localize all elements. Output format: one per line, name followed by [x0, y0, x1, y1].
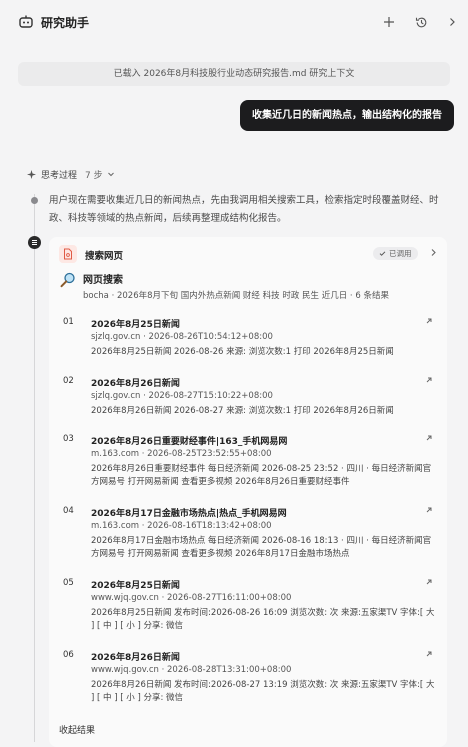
- external-link-icon[interactable]: [425, 506, 433, 514]
- tool-card-title: 搜索网页: [85, 251, 124, 262]
- external-link-icon[interactable]: [425, 317, 433, 325]
- external-link-icon[interactable]: [425, 376, 433, 384]
- result-snippet: 2026年8月26日新闻 发布时间:2026-08-27 13:19 浏览次数:…: [91, 680, 435, 703]
- result-source: sjzlq.gov.cn · 2026-08-26T10:54:12+08:00: [91, 332, 273, 342]
- result-title: 2026年8月25日新闻: [91, 320, 180, 330]
- search-title: 网页搜索: [83, 275, 123, 286]
- collapse-results-button[interactable]: 收起结果: [59, 723, 95, 736]
- assistant-robot-icon: [19, 15, 33, 28]
- collapse-panel-button[interactable]: [442, 12, 462, 32]
- new-chat-button[interactable]: [379, 12, 399, 32]
- result-source: m.163.com · 2026-08-16T18:13:42+08:00: [91, 521, 272, 531]
- tool-call-card: 搜索网页 已调用 网页搜索 bocha · 2026年8月下旬 国内外热点新闻 …: [49, 237, 447, 747]
- result-title: 2026年8月26日重要财经事件|163_手机网易网: [91, 437, 288, 447]
- result-source: m.163.com · 2026-08-25T23:52:55+08:00: [91, 449, 272, 459]
- chevron-right-icon: [450, 18, 455, 26]
- chevron-down-icon: [107, 172, 114, 177]
- search-result-item[interactable]: 02 2026年8月26日新闻 sjzlq.gov.cn · 2026-08-2…: [49, 376, 447, 438]
- result-snippet: 2026年8月17日金融市场热点 每日经济新闻 2026-08-16 18:13…: [91, 536, 432, 559]
- external-link-icon[interactable]: [425, 434, 433, 442]
- thinking-text: 用户现在需要收集近几日的新闻热点，先由我调用相关搜索工具，检索指定时段覆盖财经、…: [49, 195, 439, 224]
- search-result-item[interactable]: 06 2026年8月26日新闻 www.wjq.gov.cn · 2026-08…: [49, 650, 447, 712]
- chevron-right-icon: [431, 249, 436, 256]
- check-icon: [379, 251, 386, 256]
- context-banner: 已载入 2026年8月科技股行业动态研究报告.md 研究上下文: [18, 62, 450, 86]
- result-title: 2026年8月17日金融市场热点|热点_手机网易网: [91, 509, 287, 519]
- result-snippet: 2026年8月26日新闻 2026-08-27 来源: 浏览次数:1 打印 20…: [91, 406, 394, 416]
- result-number: 03: [63, 434, 74, 444]
- result-snippet: 2026年8月26日重要财经事件 每日经济新闻 2026-08-25 23:52…: [91, 464, 432, 487]
- thinking-step-count: 7 步: [85, 170, 103, 181]
- tool-card-header[interactable]: 搜索网页 已调用: [49, 237, 447, 271]
- result-number: 04: [63, 506, 74, 516]
- result-title: 2026年8月26日新闻: [91, 653, 180, 663]
- result-source: sjzlq.gov.cn · 2026-08-27T15:10:22+08:00: [91, 391, 273, 401]
- search-result-item[interactable]: 05 2026年8月25日新闻 www.wjq.gov.cn · 2026-08…: [49, 578, 447, 640]
- external-link-icon[interactable]: [425, 578, 433, 586]
- result-snippet: 2026年8月25日新闻 2026-08-26 来源: 浏览次数:1 打印 20…: [91, 347, 394, 357]
- thinking-toggle[interactable]: 思考过程 7 步: [26, 166, 115, 182]
- search-result-item[interactable]: 01 2026年8月25日新闻 sjzlq.gov.cn · 2026-08-2…: [49, 317, 447, 379]
- panel-header: 研究助手: [0, 0, 468, 44]
- list-icon: [32, 240, 37, 245]
- result-number: 06: [63, 650, 74, 660]
- search-result-item[interactable]: 04 2026年8月17日金融市场热点|热点_手机网易网 m.163.com ·…: [49, 506, 447, 568]
- result-title: 2026年8月25日新闻: [91, 581, 180, 591]
- result-snippet: 2026年8月25日新闻 发布时间:2026-08-26 16:09 浏览次数:…: [91, 608, 435, 631]
- status-badge: 已调用: [373, 247, 418, 260]
- result-source: www.wjq.gov.cn · 2026-08-27T16:11:00+08:…: [91, 593, 292, 603]
- search-query-meta: bocha · 2026年8月下旬 国内外热点新闻 财经 科技 时政 民生 近几…: [83, 291, 389, 301]
- history-icon: [415, 17, 426, 27]
- result-number: 02: [63, 376, 74, 386]
- result-title: 2026年8月26日新闻: [91, 379, 180, 389]
- search-result-item[interactable]: 03 2026年8月26日重要财经事件|163_手机网易网 m.163.com …: [49, 434, 447, 496]
- sparkle-icon: [27, 169, 36, 179]
- result-source: www.wjq.gov.cn · 2026-08-28T13:31:00+08:…: [91, 665, 292, 675]
- result-number: 01: [63, 317, 74, 327]
- timeline-line: [34, 194, 35, 742]
- user-message-bubble: 收集近几日的新闻热点，输出结构化的报告: [240, 100, 454, 131]
- thinking-label: 思考过程: [41, 170, 78, 181]
- status-label: 已调用: [389, 249, 412, 258]
- magnifier-icon: [60, 272, 75, 288]
- external-link-icon[interactable]: [425, 650, 433, 658]
- panel-title: 研究助手: [41, 16, 90, 30]
- tool-step-badge: [28, 236, 41, 249]
- timeline-dot: [31, 197, 38, 204]
- plus-icon: [384, 17, 394, 27]
- result-number: 05: [63, 578, 74, 588]
- history-button[interactable]: [411, 12, 431, 32]
- file-icon: [59, 245, 77, 263]
